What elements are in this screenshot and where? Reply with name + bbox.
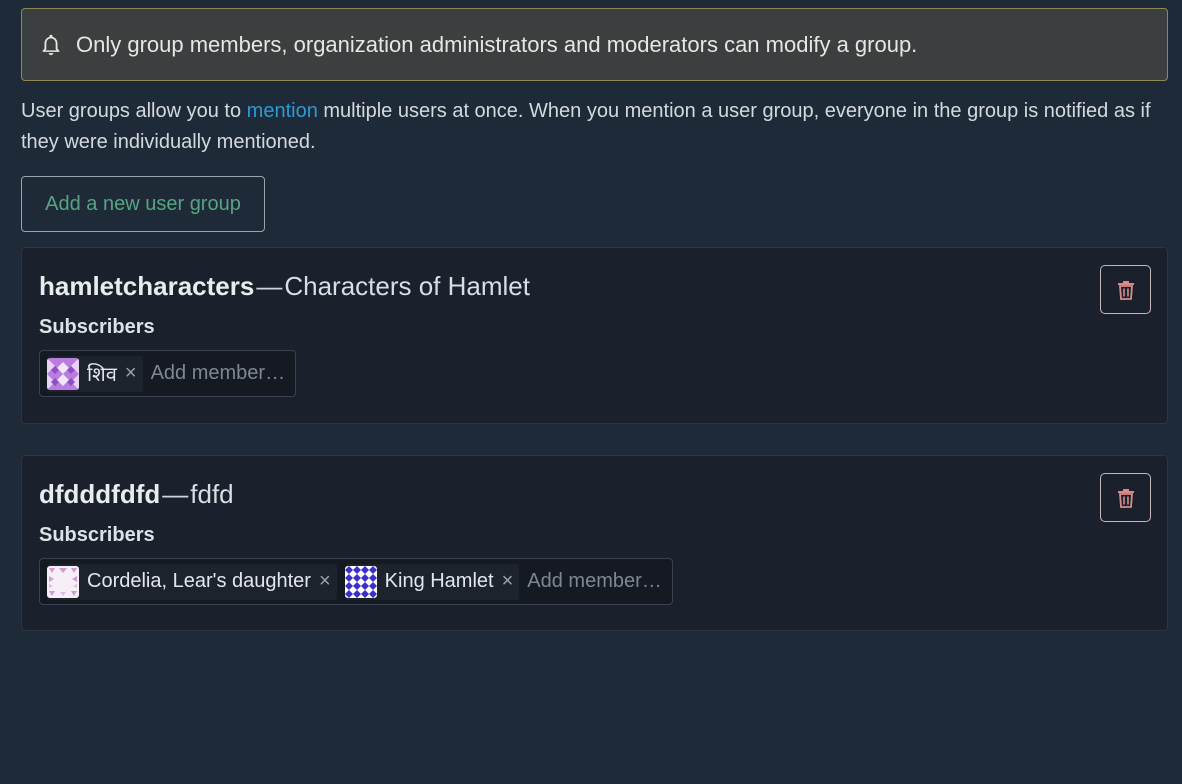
add-member-input[interactable]: Add member… (527, 570, 664, 593)
delete-group-button[interactable] (1100, 473, 1151, 522)
remove-member-icon[interactable]: × (125, 362, 137, 385)
member-name: Cordelia, Lear's daughter (87, 570, 311, 592)
subscribers-label: Subscribers (39, 524, 155, 546)
add-member-input[interactable]: Add member… (151, 362, 288, 385)
bell-icon (38, 32, 64, 58)
user-group-card: hamletcharacters—Characters of Hamlet Su… (21, 247, 1168, 424)
description-text-start: User groups allow you to (21, 100, 247, 122)
remove-member-icon[interactable]: × (502, 570, 514, 593)
banner-text: Only group members, organization adminis… (76, 31, 918, 57)
remove-member-icon[interactable]: × (319, 570, 331, 593)
member-pill-container[interactable]: Cordelia, Lear's daughter × King Hamlet … (39, 558, 673, 605)
group-description: fdfd (190, 479, 234, 509)
trash-icon (1117, 280, 1134, 300)
member-pill: शिव × (47, 355, 143, 392)
group-title-separator: — (256, 271, 283, 301)
permission-banner: Only group members, organization adminis… (21, 8, 1168, 81)
group-title: hamletcharacters—Characters of Hamlet (39, 270, 1151, 302)
group-title-separator: — (162, 479, 189, 509)
mention-link[interactable]: mention (247, 100, 318, 122)
member-pill: Cordelia, Lear's daughter × (47, 563, 337, 600)
member-pill-container[interactable]: शिव × Add member… (39, 350, 297, 397)
user-groups-description: User groups allow you to mention multipl… (21, 96, 1167, 158)
avatar (344, 565, 377, 598)
delete-group-button[interactable] (1100, 265, 1151, 314)
add-user-group-button[interactable]: Add a new user group (21, 176, 265, 232)
group-description: Characters of Hamlet (284, 271, 530, 301)
member-name: King Hamlet (384, 570, 494, 592)
subscribers-label: Subscribers (39, 316, 155, 338)
trash-icon (1117, 488, 1134, 508)
avatar (47, 565, 79, 598)
user-group-card: dfdddfdfd—fdfd Subscribers Cordelia, Lea… (21, 455, 1168, 631)
group-name: hamletcharacters (39, 271, 255, 301)
group-title: dfdddfdfd—fdfd (39, 478, 1151, 510)
group-name: dfdddfdfd (39, 479, 161, 509)
avatar (47, 357, 79, 390)
member-name: शिव (87, 364, 117, 386)
member-pill: King Hamlet × (344, 563, 520, 600)
user-groups-page: Only group members, organization adminis… (0, 0, 1182, 784)
